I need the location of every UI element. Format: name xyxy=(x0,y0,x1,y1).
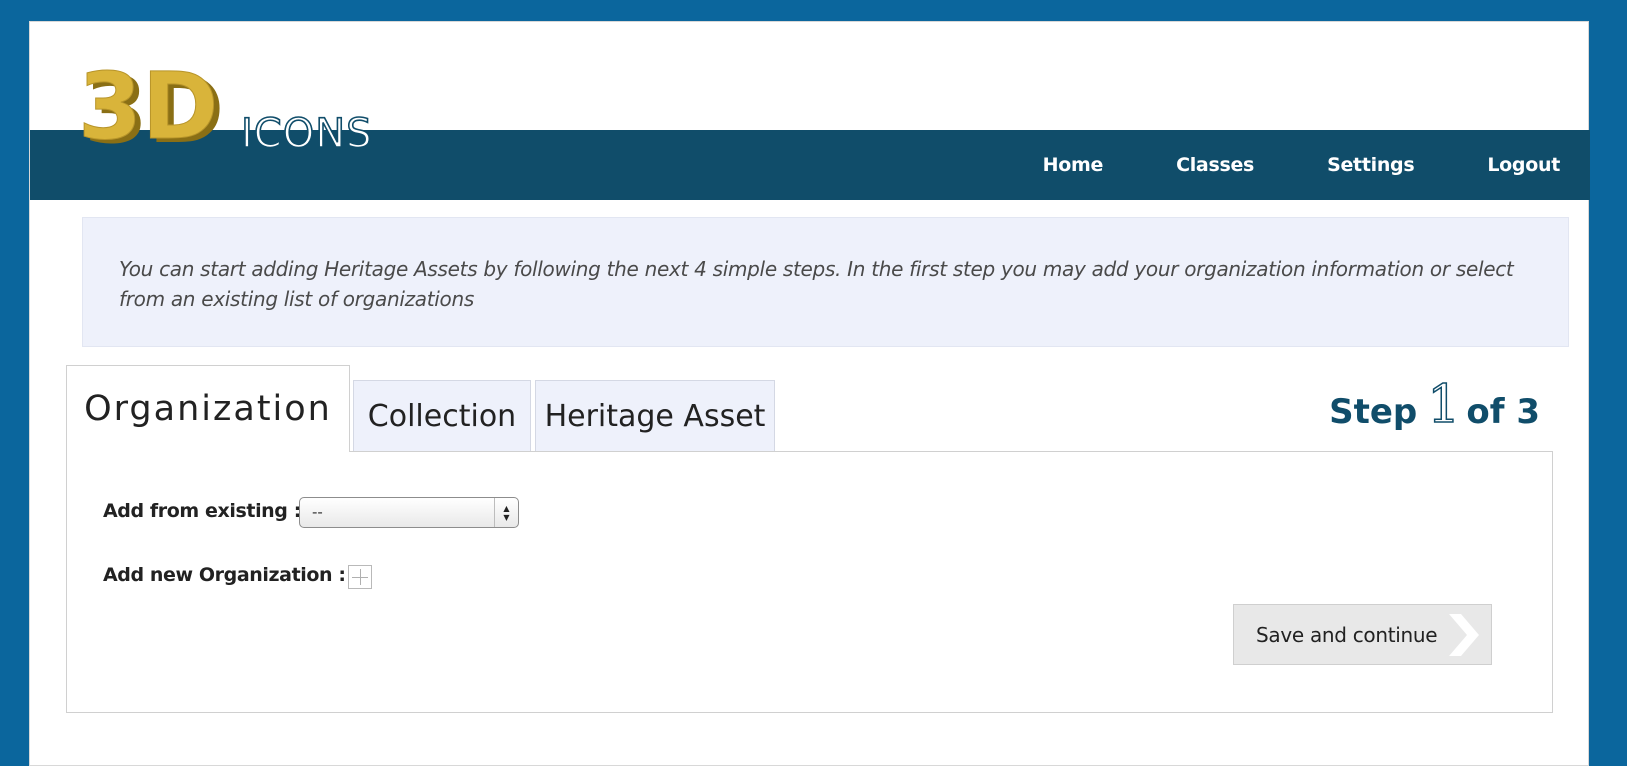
nav-classes[interactable]: Classes xyxy=(1176,154,1254,176)
logo-3d-text: 3D xyxy=(78,53,218,152)
existing-organization-select[interactable]: -- ▲ ▼ xyxy=(299,497,519,528)
step-suffix: of 3 xyxy=(1466,391,1540,432)
plus-icon[interactable] xyxy=(348,565,372,589)
tab-heritage-asset[interactable]: Heritage Asset xyxy=(535,380,775,452)
step-indicator: Step 1 of 3 xyxy=(1329,375,1540,435)
chevron-right-icon xyxy=(1449,614,1479,656)
info-box: You can start adding Heritage Assets by … xyxy=(82,217,1569,347)
tab-organization[interactable]: Organization xyxy=(66,365,350,452)
save-continue-button[interactable]: Save and continue xyxy=(1233,604,1492,665)
nav-home[interactable]: Home xyxy=(1043,154,1104,176)
nav-menu: Home Classes Settings Logout xyxy=(970,130,1561,200)
add-new-label: Add new Organization : xyxy=(103,564,346,586)
logo-text: ICONS xyxy=(240,111,373,157)
select-arrows-icon: ▲ ▼ xyxy=(494,498,518,527)
save-button-label: Save and continue xyxy=(1256,622,1438,647)
logo[interactable]: 3D 3D ICONS xyxy=(76,42,376,157)
tab-collection[interactable]: Collection xyxy=(353,380,531,452)
nav-settings[interactable]: Settings xyxy=(1327,154,1415,176)
step-number: 1 xyxy=(1426,375,1461,435)
page-container: Home Classes Settings Logout 3D 3D ICONS… xyxy=(29,21,1590,766)
form-panel: Add from existing : -- ▲ ▼ Add new Organi… xyxy=(66,451,1553,713)
step-prefix: Step xyxy=(1329,391,1418,432)
info-text: You can start adding Heritage Assets by … xyxy=(119,257,1514,311)
nav-logout[interactable]: Logout xyxy=(1487,154,1560,176)
add-existing-label: Add from existing : xyxy=(103,500,301,522)
select-value: -- xyxy=(312,503,323,521)
logo-mark: 3D 3D xyxy=(78,53,225,153)
